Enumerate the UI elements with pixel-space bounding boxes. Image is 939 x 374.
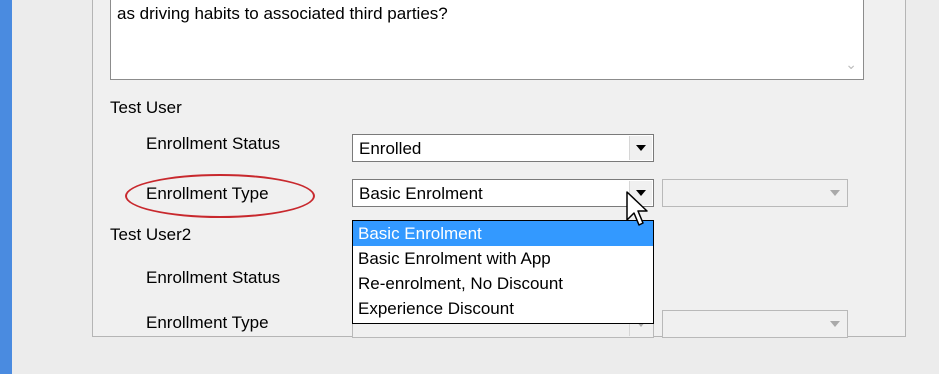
- secondary-type-select[interactable]: [662, 179, 848, 207]
- user-group-label: Test User: [110, 98, 182, 117]
- memo-text: as driving habits to associated third pa…: [117, 4, 448, 23]
- enrollment-type-select[interactable]: Basic Enrolment: [352, 179, 654, 207]
- dropdown-button[interactable]: [824, 312, 846, 336]
- question-memo-field[interactable]: as driving habits to associated third pa…: [110, 0, 864, 80]
- triangle-down-icon: [636, 145, 646, 151]
- dropdown-button[interactable]: [824, 181, 846, 205]
- enrollment-status-label: Enrollment Status: [146, 268, 281, 287]
- chevron-down-icon[interactable]: ⌄: [845, 56, 857, 73]
- dropdown-option[interactable]: Basic Enrolment with App: [353, 246, 653, 271]
- enrollment-status-value: Enrolled: [359, 139, 422, 158]
- enrollment-type-label: Enrollment Type: [146, 184, 269, 203]
- enrollment-type-label: Enrollment Type: [146, 313, 269, 332]
- enrollment-status-select[interactable]: Enrolled: [352, 134, 654, 162]
- dropdown-button[interactable]: [629, 136, 652, 160]
- dropdown-option[interactable]: Re-enrolment, No Discount: [353, 271, 653, 296]
- triangle-down-icon: [830, 190, 840, 196]
- dropdown-option[interactable]: Basic Enrolment: [353, 221, 653, 246]
- dropdown-option[interactable]: Experience Discount: [353, 296, 653, 321]
- user-group-label: Test User2: [110, 225, 192, 244]
- mouse-pointer-icon: [626, 191, 648, 226]
- triangle-down-icon: [830, 321, 840, 327]
- enrollment-status-label: Enrollment Status: [146, 134, 281, 153]
- secondary-type-select[interactable]: [662, 310, 848, 338]
- window-accent-bar: [0, 0, 12, 374]
- enrollment-type-value: Basic Enrolment: [359, 184, 483, 203]
- enrollment-type-dropdown-list[interactable]: Basic Enrolment Basic Enrolment with App…: [352, 220, 654, 324]
